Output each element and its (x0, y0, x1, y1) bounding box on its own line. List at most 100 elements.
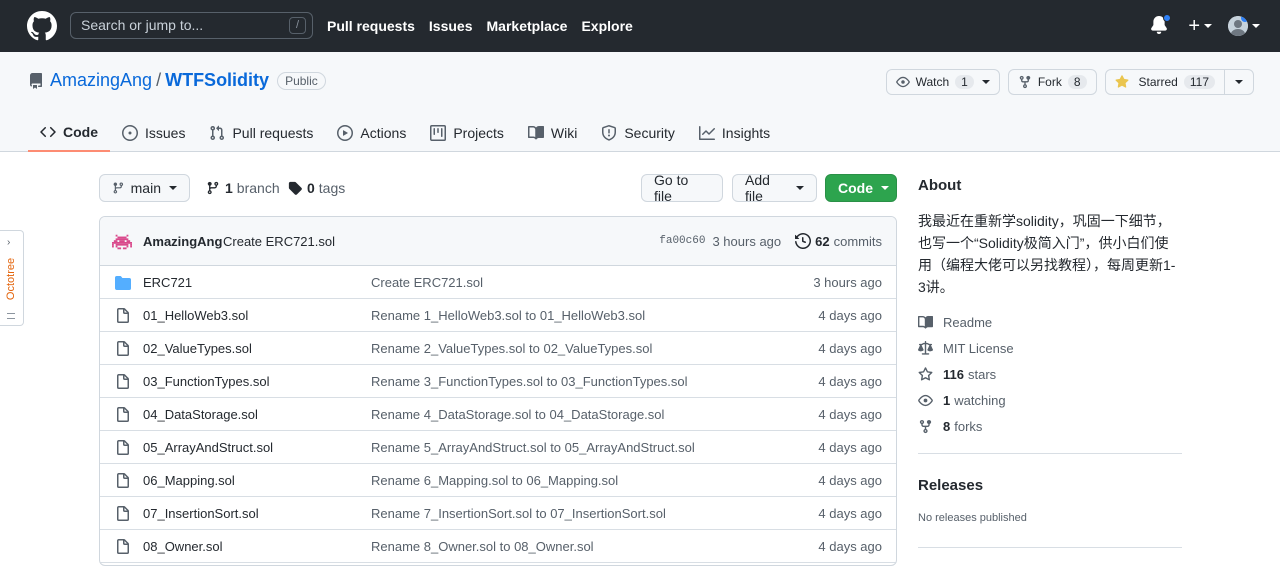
file-commit-message-link[interactable]: Rename 1_HelloWeb3.sol to 01_HelloWeb3.s… (371, 308, 645, 323)
tab-actions[interactable]: Actions (325, 114, 418, 152)
chevron-down-icon (796, 186, 804, 190)
file-row: 07_InsertionSort.sol Rename 7_InsertionSo… (100, 497, 896, 530)
notifications-button[interactable] (1150, 14, 1172, 36)
law-icon (918, 340, 933, 355)
user-avatar[interactable] (1228, 16, 1248, 36)
star-lists-dropdown[interactable] (1225, 70, 1253, 94)
tags-link[interactable]: 0 tags (288, 180, 345, 196)
nav-marketplace[interactable]: Marketplace (487, 18, 568, 34)
star-icon (918, 366, 933, 381)
license-link[interactable]: MIT License (918, 335, 1014, 361)
file-commit-age: 4 days ago (818, 473, 882, 488)
file-commit-message-link[interactable]: Rename 3_FunctionTypes.sol to 03_Functio… (371, 374, 688, 389)
tab-issues[interactable]: Issues (110, 114, 197, 152)
fork-button[interactable]: Fork 8 (1007, 69, 1097, 95)
stars-link[interactable]: 116 stars (918, 361, 1014, 387)
watching-count: 1 (943, 392, 951, 408)
commit-author-link[interactable]: AmazingAng (143, 234, 222, 249)
book-icon (527, 125, 544, 140)
tab-label: Code (63, 124, 98, 140)
status-dot (1241, 16, 1248, 22)
watch-button[interactable]: Watch 1 (885, 69, 1000, 95)
file-row: 04_DataStorage.sol Rename 4_DataStorage.s… (100, 398, 896, 431)
commit-count[interactable]: 62 (815, 234, 829, 249)
octotree-toggle[interactable]: › Octotree (0, 230, 24, 326)
search-placeholder: Search or jump to... (81, 17, 204, 33)
file-name-link[interactable]: 05_ArrayAndStruct.sol (143, 440, 273, 455)
file-name-link[interactable]: ERC721 (143, 275, 192, 290)
file-row: 02_ValueTypes.sol Rename 2_ValueTypes.sol… (100, 332, 896, 365)
chevron-down-icon (981, 80, 990, 84)
branch-select-button[interactable]: main (99, 174, 190, 202)
file-commit-message-link[interactable]: Rename 5_ArrayAndStruct.sol to 05_ArrayA… (371, 440, 695, 455)
drag-handle-icon[interactable] (7, 313, 15, 319)
tab-projects[interactable]: Projects (418, 114, 516, 152)
file-commit-age: 4 days ago (818, 407, 882, 422)
file-commit-message-link[interactable]: Create ERC721.sol (371, 275, 483, 290)
search-input[interactable]: Search or jump to... / (70, 12, 313, 39)
commit-count-label[interactable]: commits (834, 234, 882, 249)
file-row: 03_FunctionTypes.sol Rename 3_FunctionTyp… (100, 365, 896, 398)
file-commit-message-link[interactable]: Rename 4_DataStorage.sol to 04_DataStora… (371, 407, 664, 422)
file-row: 05_ArrayAndStruct.sol Rename 5_ArrayAndSt… (100, 431, 896, 464)
tab-wiki[interactable]: Wiki (516, 114, 589, 152)
fork-icon (919, 419, 932, 433)
go-to-file-button[interactable]: Go to file (641, 172, 723, 204)
tab-security[interactable]: Security (589, 114, 687, 152)
search-shortcut-key: / (289, 17, 306, 34)
tab-label: Security (624, 125, 675, 141)
fork-count: 8 (1067, 75, 1087, 89)
watching-link[interactable]: 1 watching (918, 387, 1014, 413)
file-commit-message-link[interactable]: Rename 8_Owner.sol to 08_Owner.sol (371, 539, 594, 554)
starred-button-group: Starred 117 (1104, 69, 1254, 95)
octotree-label: Octotree (5, 257, 17, 301)
file-row: 08_Owner.sol Rename 8_Owner.sol to 08_Own… (100, 530, 896, 563)
tab-label: Pull requests (232, 125, 314, 141)
file-commit-age: 3 hours ago (813, 275, 882, 290)
tab-pull-requests[interactable]: Pull requests (197, 114, 325, 152)
book-icon (918, 315, 933, 329)
tag-count: 0 (307, 180, 315, 196)
tab-label: Actions (360, 125, 407, 141)
file-commit-age: 4 days ago (818, 506, 882, 521)
nav-pull-requests[interactable]: Pull requests (327, 18, 415, 34)
branches-link[interactable]: 1 branch (206, 180, 280, 196)
file-commit-message-link[interactable]: Rename 2_ValueTypes.sol to 02_ValueTypes… (371, 341, 652, 356)
github-logo-icon[interactable] (27, 11, 57, 41)
nav-explore[interactable]: Explore (581, 18, 632, 34)
file-name-link[interactable]: 04_DataStorage.sol (143, 407, 258, 422)
tab-label: Insights (721, 125, 771, 141)
add-file-button[interactable]: Add file (732, 172, 817, 204)
file-name-link[interactable]: 01_HelloWeb3.sol (143, 308, 248, 323)
author-avatar-icon[interactable] (112, 233, 132, 251)
create-new-button[interactable]: + (1188, 16, 1200, 36)
starred-button[interactable]: Starred 117 (1106, 70, 1225, 94)
tab-code[interactable]: Code (28, 114, 110, 152)
nav-issues[interactable]: Issues (429, 18, 473, 34)
commit-hash-link[interactable]: fa00c60 (659, 235, 705, 247)
code-button[interactable]: Code (825, 174, 897, 202)
sidebar-divider (918, 453, 1182, 454)
releases-heading[interactable]: Releases (918, 477, 983, 494)
tab-insights[interactable]: Insights (687, 114, 782, 152)
releases-empty-text: No releases published (918, 512, 1027, 524)
tab-label: Wiki (550, 125, 578, 141)
file-list: AmazingAng Create ERC721.sol fa00c60 3 h… (99, 216, 897, 566)
file-name-link[interactable]: 06_Mapping.sol (143, 473, 235, 488)
file-icon (115, 473, 131, 489)
commit-message-link[interactable]: Create ERC721.sol (223, 234, 335, 249)
file-commit-message-link[interactable]: Rename 6_Mapping.sol to 06_Mapping.sol (371, 473, 618, 488)
file-name-link[interactable]: 08_Owner.sol (143, 539, 223, 554)
repo-owner-link[interactable]: AmazingAng (50, 70, 152, 91)
readme-link[interactable]: Readme (918, 309, 1014, 335)
file-name-link[interactable]: 03_FunctionTypes.sol (143, 374, 269, 389)
file-commit-age: 4 days ago (818, 374, 882, 389)
file-commit-message-link[interactable]: Rename 7_InsertionSort.sol to 07_Inserti… (371, 506, 666, 521)
file-icon (115, 407, 131, 423)
file-name-link[interactable]: 07_InsertionSort.sol (143, 506, 259, 521)
forks-link[interactable]: 8 forks (918, 413, 1014, 439)
global-header: Search or jump to... / Pull requests Iss… (0, 0, 1280, 52)
fork-icon (1019, 75, 1031, 89)
repo-name-link[interactable]: WTFSolidity (165, 70, 269, 91)
file-name-link[interactable]: 02_ValueTypes.sol (143, 341, 252, 356)
